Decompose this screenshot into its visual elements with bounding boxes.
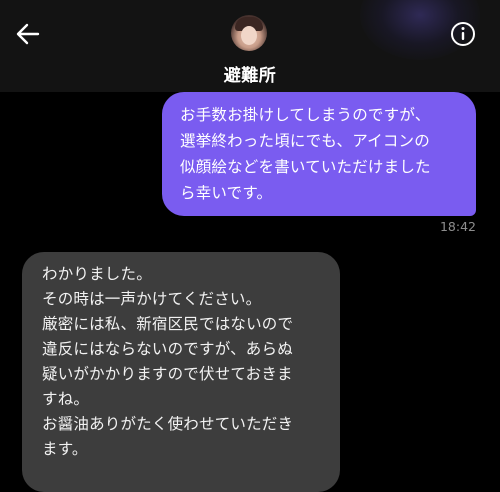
info-button[interactable] (449, 20, 477, 48)
message-line: 選挙終わった頃にでも、アイコンの (180, 132, 430, 150)
message-line: お手数お掛けしてしまうのですが、 (180, 106, 431, 124)
message-line: 違反にはならないのですが、あらぬ (42, 340, 293, 358)
message-line: 厳密には私、新宿区民ではないので (42, 315, 294, 333)
message-line: ます。 (42, 440, 88, 458)
message-line: 疑いがかかりますので伏せておきま (42, 365, 293, 383)
message-line: すね。 (42, 390, 90, 408)
message-line: ら幸いです。 (180, 184, 273, 202)
arrow-left-icon (16, 23, 40, 45)
contact-name[interactable]: 避難所 (0, 61, 500, 86)
info-circle-icon (451, 22, 475, 46)
received-message-bubble[interactable]: わかりました。 その時は一声かけてください。 厳密には私、新宿区民ではないので … (22, 252, 340, 492)
message-timestamp: 18:42 (439, 219, 476, 234)
chat-header: 避難所 (0, 0, 500, 92)
sent-message-bubble[interactable]: お手数お掛けしてしまうのですが、 選挙終わった頃にでも、アイコンの 似顔絵などを… (162, 92, 476, 216)
back-button[interactable] (14, 20, 42, 48)
message-line: お醤油ありがたく使わせていただき (42, 415, 294, 433)
contact-avatar[interactable] (231, 15, 267, 51)
message-line: その時は一声かけてください。 (42, 290, 262, 308)
message-line: 似顔絵などを書いていただけました (180, 158, 431, 176)
message-line: わかりました。 (42, 265, 152, 283)
